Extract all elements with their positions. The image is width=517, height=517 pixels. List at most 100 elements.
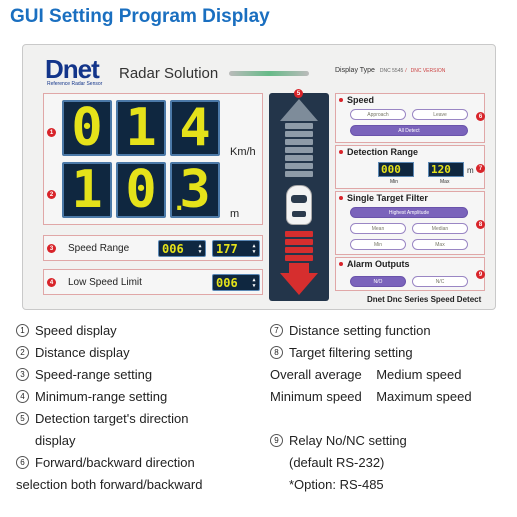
badge-3: 3	[47, 244, 56, 253]
legend-number: 7	[270, 324, 283, 337]
display-type-selector[interactable]: Display Type DNC 5545/ DNC VERSION	[335, 67, 445, 74]
speed-range-max-stepper[interactable]: 177 ▲ ▼	[212, 240, 260, 257]
bullet-icon	[339, 196, 343, 200]
legend-text: *Option: RS-485	[289, 477, 384, 492]
stepper-arrows-icon[interactable]: ▲ ▼	[251, 277, 257, 289]
detection-range-section: Detection Range 7 000 120 m Min Max	[335, 145, 485, 189]
distance-digit-decimal: . 3	[170, 162, 220, 218]
speed-section-title: Speed	[347, 95, 375, 105]
leave-arrow-icon	[280, 273, 318, 295]
approach-button[interactable]: Approach	[350, 109, 406, 120]
legend-text: display	[35, 433, 76, 448]
legend-number: 8	[270, 346, 283, 359]
distance-digit: 1	[62, 162, 112, 218]
legend-text: Forward/backward direction	[35, 455, 195, 470]
low-speed-limit-row: 4 Low Speed Limit 006 ▲ ▼	[43, 269, 263, 295]
mean-button[interactable]: Mean	[350, 223, 406, 234]
low-speed-limit-label: Low Speed Limit	[68, 277, 142, 288]
decimal-point: .	[172, 188, 187, 216]
legend-number: 1	[16, 324, 29, 337]
single-target-filter-title: Single Target Filter	[347, 193, 428, 203]
legend-item: 3 Speed-range setting	[16, 364, 202, 386]
brand-subtitle: Reference Radar Sensor	[47, 81, 103, 87]
approach-arrow-icon	[280, 99, 318, 121]
legend-text: Speed-range setting	[35, 367, 153, 382]
legend-item: Minimum speed Maximum speed	[270, 386, 472, 408]
speed-digit: 0	[62, 100, 112, 156]
badge-8: 8	[476, 220, 485, 229]
legend-right: 7 Distance setting function 8 Target filte…	[270, 320, 472, 496]
speed-section: Speed 6 Approach Leave All Detect	[335, 93, 485, 143]
legend-text: Target filtering setting	[289, 345, 413, 360]
leave-bars	[285, 231, 313, 263]
legend-text: Distance display	[35, 345, 130, 360]
detection-range-title: Detection Range	[347, 147, 419, 157]
legend-text: (default RS-232)	[289, 455, 385, 470]
detection-range-min-label: Min	[390, 179, 399, 185]
stepper-arrows-icon[interactable]: ▲ ▼	[251, 243, 257, 255]
display-type-option-1[interactable]: DNC 5545	[380, 68, 403, 74]
low-speed-limit-value: 006	[216, 275, 238, 290]
legend-item: display	[16, 430, 202, 452]
speed-range-row: 3 Speed Range 006 ▲ ▼ 177 ▲ ▼	[43, 235, 263, 261]
detection-range-unit: m	[467, 166, 474, 175]
all-detect-button[interactable]: All Detect	[350, 125, 468, 136]
legend-item: *Option: RS-485	[270, 474, 472, 496]
legend-text: Detection target's direction	[35, 411, 189, 426]
legend-text: Minimum speed Maximum speed	[270, 389, 472, 404]
normally-closed-button[interactable]: N/C	[412, 276, 468, 287]
legend-text: selection both forward/backward	[16, 477, 203, 492]
speed-range-min-stepper[interactable]: 006 ▲ ▼	[158, 240, 206, 257]
legend-text: Overall average Medium speed	[270, 367, 462, 382]
legend-item: 2 Distance display	[16, 342, 202, 364]
display-type-option-2[interactable]: DNC VERSION	[411, 68, 446, 74]
max-button[interactable]: Max	[412, 239, 468, 250]
direction-display: 5	[269, 89, 329, 301]
speed-range-max-value: 177	[216, 241, 238, 256]
page-title: GUI Setting Program Display	[10, 6, 270, 27]
legend-number: 4	[16, 390, 29, 403]
badge-9: 9	[476, 270, 485, 279]
legend-item: 1 Speed display	[16, 320, 202, 342]
detection-range-min-value: 000	[381, 163, 401, 176]
alarm-outputs-title: Alarm Outputs	[347, 259, 410, 269]
min-button[interactable]: Min	[350, 239, 406, 250]
legend-item: 9 Relay No/NC setting	[270, 430, 472, 452]
footer-label: Dnet Dnc Series Speed Detect	[367, 295, 482, 304]
legend-spacer	[270, 408, 472, 430]
leave-button[interactable]: Leave	[412, 109, 468, 120]
badge-6: 6	[476, 112, 485, 121]
detection-range-max-value: 120	[431, 163, 451, 176]
badge-5: 5	[294, 89, 303, 98]
legend-number: 3	[16, 368, 29, 381]
median-button[interactable]: Median	[412, 223, 468, 234]
speed-range-min-value: 006	[162, 241, 184, 256]
legend-number: 5	[16, 412, 29, 425]
low-speed-limit-stepper[interactable]: 006 ▲ ▼	[212, 274, 260, 291]
legend-item: 5 Detection target's direction	[16, 408, 202, 430]
distance-unit: m	[230, 208, 240, 220]
speed-display: 0 1 4	[62, 100, 220, 156]
approach-bars	[285, 123, 313, 179]
legend-item: 7 Distance setting function	[270, 320, 472, 342]
legend-item: 8 Target filtering setting	[270, 342, 472, 364]
legend-text: Distance setting function	[289, 323, 431, 338]
stepper-arrows-icon[interactable]: ▲ ▼	[197, 243, 203, 255]
normally-open-button[interactable]: N/O	[350, 276, 406, 287]
legend-item: selection both forward/backward	[16, 474, 202, 496]
bullet-icon	[339, 150, 343, 154]
legend-text: Minimum-range setting	[35, 389, 168, 404]
distance-display: 1 0 . 3	[62, 162, 220, 218]
badge-1: 1	[47, 128, 56, 137]
speed-digit: 4	[170, 100, 220, 156]
speed-digit: 1	[116, 100, 166, 156]
legend-item: 4 Minimum-range setting	[16, 386, 202, 408]
detection-range-min-stepper[interactable]: 000	[378, 162, 414, 177]
legend-number: 2	[16, 346, 29, 359]
status-bar	[229, 71, 309, 76]
distance-digit: 0	[116, 162, 166, 218]
speed-unit: Km/h	[230, 146, 256, 158]
bullet-icon	[339, 262, 343, 266]
highest-amplitude-button[interactable]: Highest Amplitude	[350, 207, 468, 218]
detection-range-max-stepper[interactable]: 120	[428, 162, 464, 177]
